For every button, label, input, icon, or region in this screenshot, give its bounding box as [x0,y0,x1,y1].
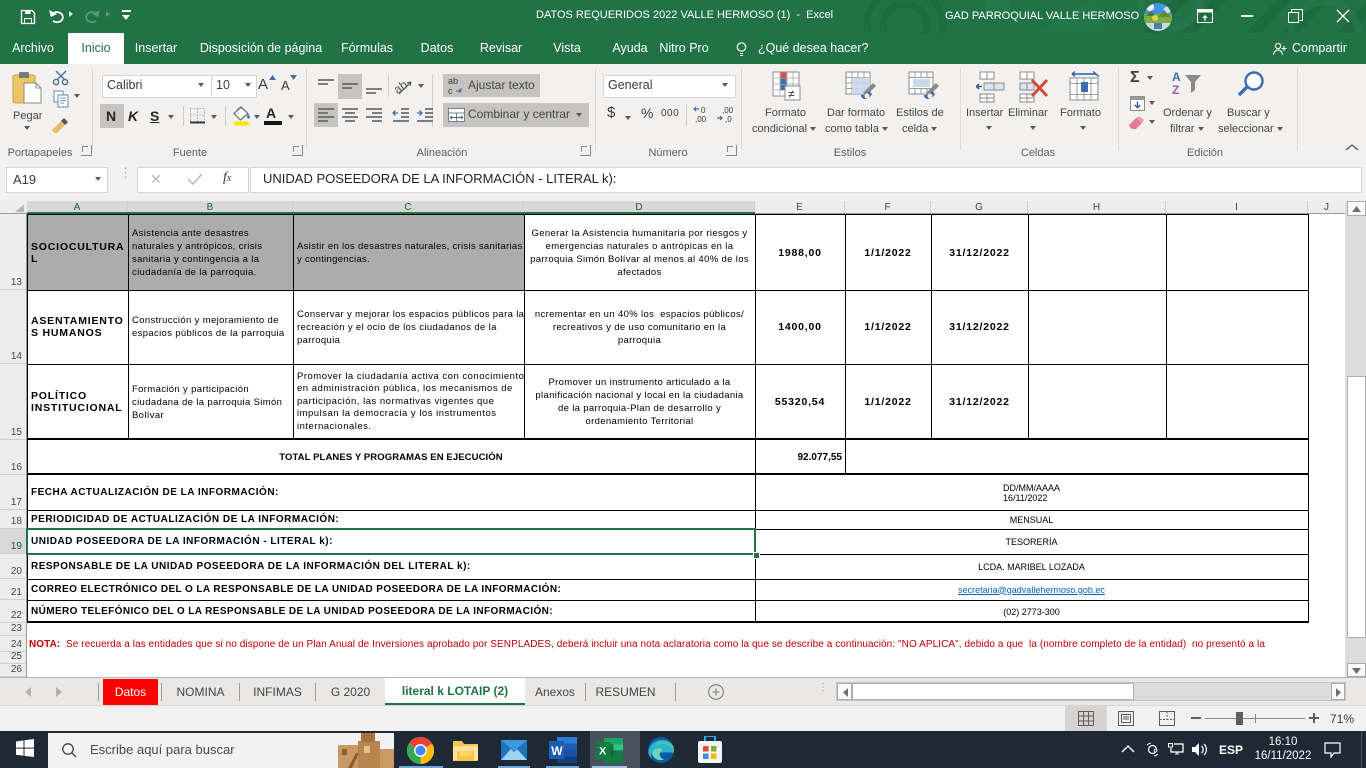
svg-text:ab: ab [448,76,458,86]
svg-text:c: c [448,86,453,96]
svg-text:,0: ,0 [725,115,732,124]
svg-text:≠: ≠ [788,87,795,101]
svg-text:ab: ab [395,77,410,96]
svg-text:A: A [1172,70,1181,84]
svg-text:,00: ,00 [722,106,734,115]
svg-text:0: 0 [701,106,706,115]
svg-text:Z: Z [1172,83,1179,97]
svg-text:W: W [551,744,563,758]
svg-text:,00: ,00 [695,115,707,124]
svg-text:X: X [599,746,607,758]
